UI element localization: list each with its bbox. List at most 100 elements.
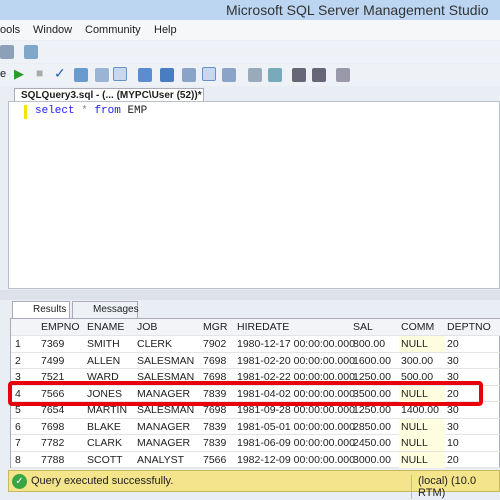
server-info: (local) (10.0 RTM) [411,475,499,499]
change-marker [24,105,27,119]
query-plan-icon[interactable] [74,68,88,82]
tab-results[interactable]: Results [12,301,70,318]
title-bar: Microsoft SQL Server Management Studio [0,0,500,20]
cell[interactable]: MANAGER [137,421,190,433]
column-header[interactable]: DEPTNO [447,321,491,333]
cell[interactable]: 1981-06-09 00:00:00.000 [237,437,355,449]
cell[interactable]: 7839 [203,437,226,449]
table-row: 6 7698 BLAKE MANAGER 7839 1981-05-01 00:00:00… [11,418,500,435]
comment-icon[interactable] [248,68,262,82]
window-title: Microsoft SQL Server Management Studio [226,2,489,18]
cell[interactable]: 7698 [203,355,226,367]
uncomment-icon[interactable] [268,68,282,82]
cell[interactable]: 20 [447,338,459,350]
column-header[interactable]: EMPNO [41,321,80,333]
cell[interactable]: 1982-12-09 00:00:00.000 [237,454,355,466]
cell[interactable]: 7 [15,437,21,449]
menu-community[interactable]: Community [85,24,141,36]
cell[interactable]: 1980-12-17 00:00:00.000 [237,338,355,350]
cell[interactable]: BLAKE [87,421,121,433]
template-params-icon[interactable] [336,68,350,82]
client-stats-icon[interactable] [160,68,174,82]
tab-messages-label: Messages [93,304,139,315]
column-header[interactable]: HIREDATE [237,321,289,333]
cell[interactable]: CLERK [137,338,172,350]
highlight-box [8,381,483,406]
cell[interactable]: 7839 [203,421,226,433]
column-header[interactable]: SAL [353,321,373,333]
keyword-from: from [94,105,121,117]
cell[interactable]: 7698 [41,421,64,433]
success-check-icon: ✓ [12,474,27,489]
intellisense-icon[interactable] [113,67,127,81]
toolbar-2: e ▶ ■ ✓ [0,64,500,86]
cell[interactable]: NULL [401,454,428,466]
cell[interactable]: NULL [401,421,428,433]
cell[interactable]: SMITH [87,338,120,350]
outdent-icon[interactable] [292,68,306,82]
cell[interactable]: 1 [15,338,21,350]
cell[interactable]: 2850.00 [353,421,391,433]
results-file-icon[interactable] [222,68,236,82]
cell[interactable]: SALESMAN [137,355,194,367]
actual-plan-icon[interactable] [138,68,152,82]
table-row: 1 7369 SMITH CLERK 7902 1980-12-17 00:00:00.0… [11,336,500,353]
tab-results-label: Results [33,304,67,315]
cell[interactable]: 300.00 [401,355,433,367]
cell[interactable]: MANAGER [137,437,190,449]
cell[interactable]: NULL [401,437,428,449]
print-icon[interactable] [0,45,14,59]
cell[interactable]: 1600.00 [353,355,391,367]
cell[interactable]: CLARK [87,437,122,449]
splitter[interactable] [0,290,500,300]
results-grid-icon[interactable] [202,67,216,81]
tab-sqlquery3[interactable]: SQLQuery3.sql - (... (MYPC\User (52))* [14,88,204,102]
status-bar: ✓ Query executed successfully. (local) (… [8,470,500,499]
column-header[interactable]: COMM [401,321,434,333]
table-row: 8 7788 SCOTT ANALYST 7566 1982-12-09 00:00:00… [11,451,500,468]
parse-check-icon[interactable]: ✓ [54,65,66,82]
column-header[interactable]: MGR [203,321,228,333]
cell[interactable]: 800.00 [353,338,385,350]
cell[interactable]: 2450.00 [353,437,391,449]
toolbar-1 [0,41,500,63]
query-editor[interactable]: select * from EMP [8,101,500,289]
menu-help[interactable]: Help [154,24,177,36]
stop-icon[interactable]: ■ [36,66,43,80]
cell[interactable]: 3000.00 [353,454,391,466]
cell[interactable]: 8 [15,454,21,466]
report-icon[interactable] [24,45,38,59]
tab-messages[interactable]: Messages [72,301,139,318]
execute-button[interactable]: e [0,68,6,80]
cell[interactable]: ANALYST [137,454,184,466]
menu-tools[interactable]: ools [0,24,20,36]
cell[interactable]: 1981-02-20 00:00:00.000 [237,355,355,367]
cell[interactable]: 1981-05-01 00:00:00.000 [237,421,355,433]
cell[interactable]: 7566 [203,454,226,466]
table-row: 2 7499 ALLEN SALESMAN 7698 1981-02-20 00:00:0… [11,353,500,369]
cell[interactable]: 7782 [41,437,64,449]
header-row: EMPNO ENAME JOB MGR HIREDATE SAL COMM DEPTNO [11,319,500,336]
cell[interactable]: 2 [15,355,21,367]
operator-star: * [81,105,88,117]
column-header[interactable]: JOB [137,321,157,333]
play-icon[interactable]: ▶ [14,66,24,82]
cell[interactable]: 7902 [203,338,226,350]
cell[interactable]: ALLEN [87,355,120,367]
cell[interactable]: 30 [447,355,459,367]
cell[interactable]: SCOTT [87,454,123,466]
menu-window[interactable]: Window [33,24,72,36]
cell[interactable]: 30 [447,421,459,433]
query-options-icon[interactable] [95,68,109,82]
cell[interactable]: 7499 [41,355,64,367]
cell[interactable]: 7788 [41,454,64,466]
cell[interactable]: 6 [15,421,21,433]
cell[interactable]: 20 [447,454,459,466]
indent-icon[interactable] [312,68,326,82]
column-header[interactable]: ENAME [87,321,124,333]
results-text-icon[interactable] [182,68,196,82]
cell[interactable]: 7369 [41,338,64,350]
cell[interactable]: 10 [447,437,459,449]
table-row: 7 7782 CLARK MANAGER 7839 1981-06-09 00:00:00… [11,435,500,452]
cell[interactable]: NULL [401,338,428,350]
